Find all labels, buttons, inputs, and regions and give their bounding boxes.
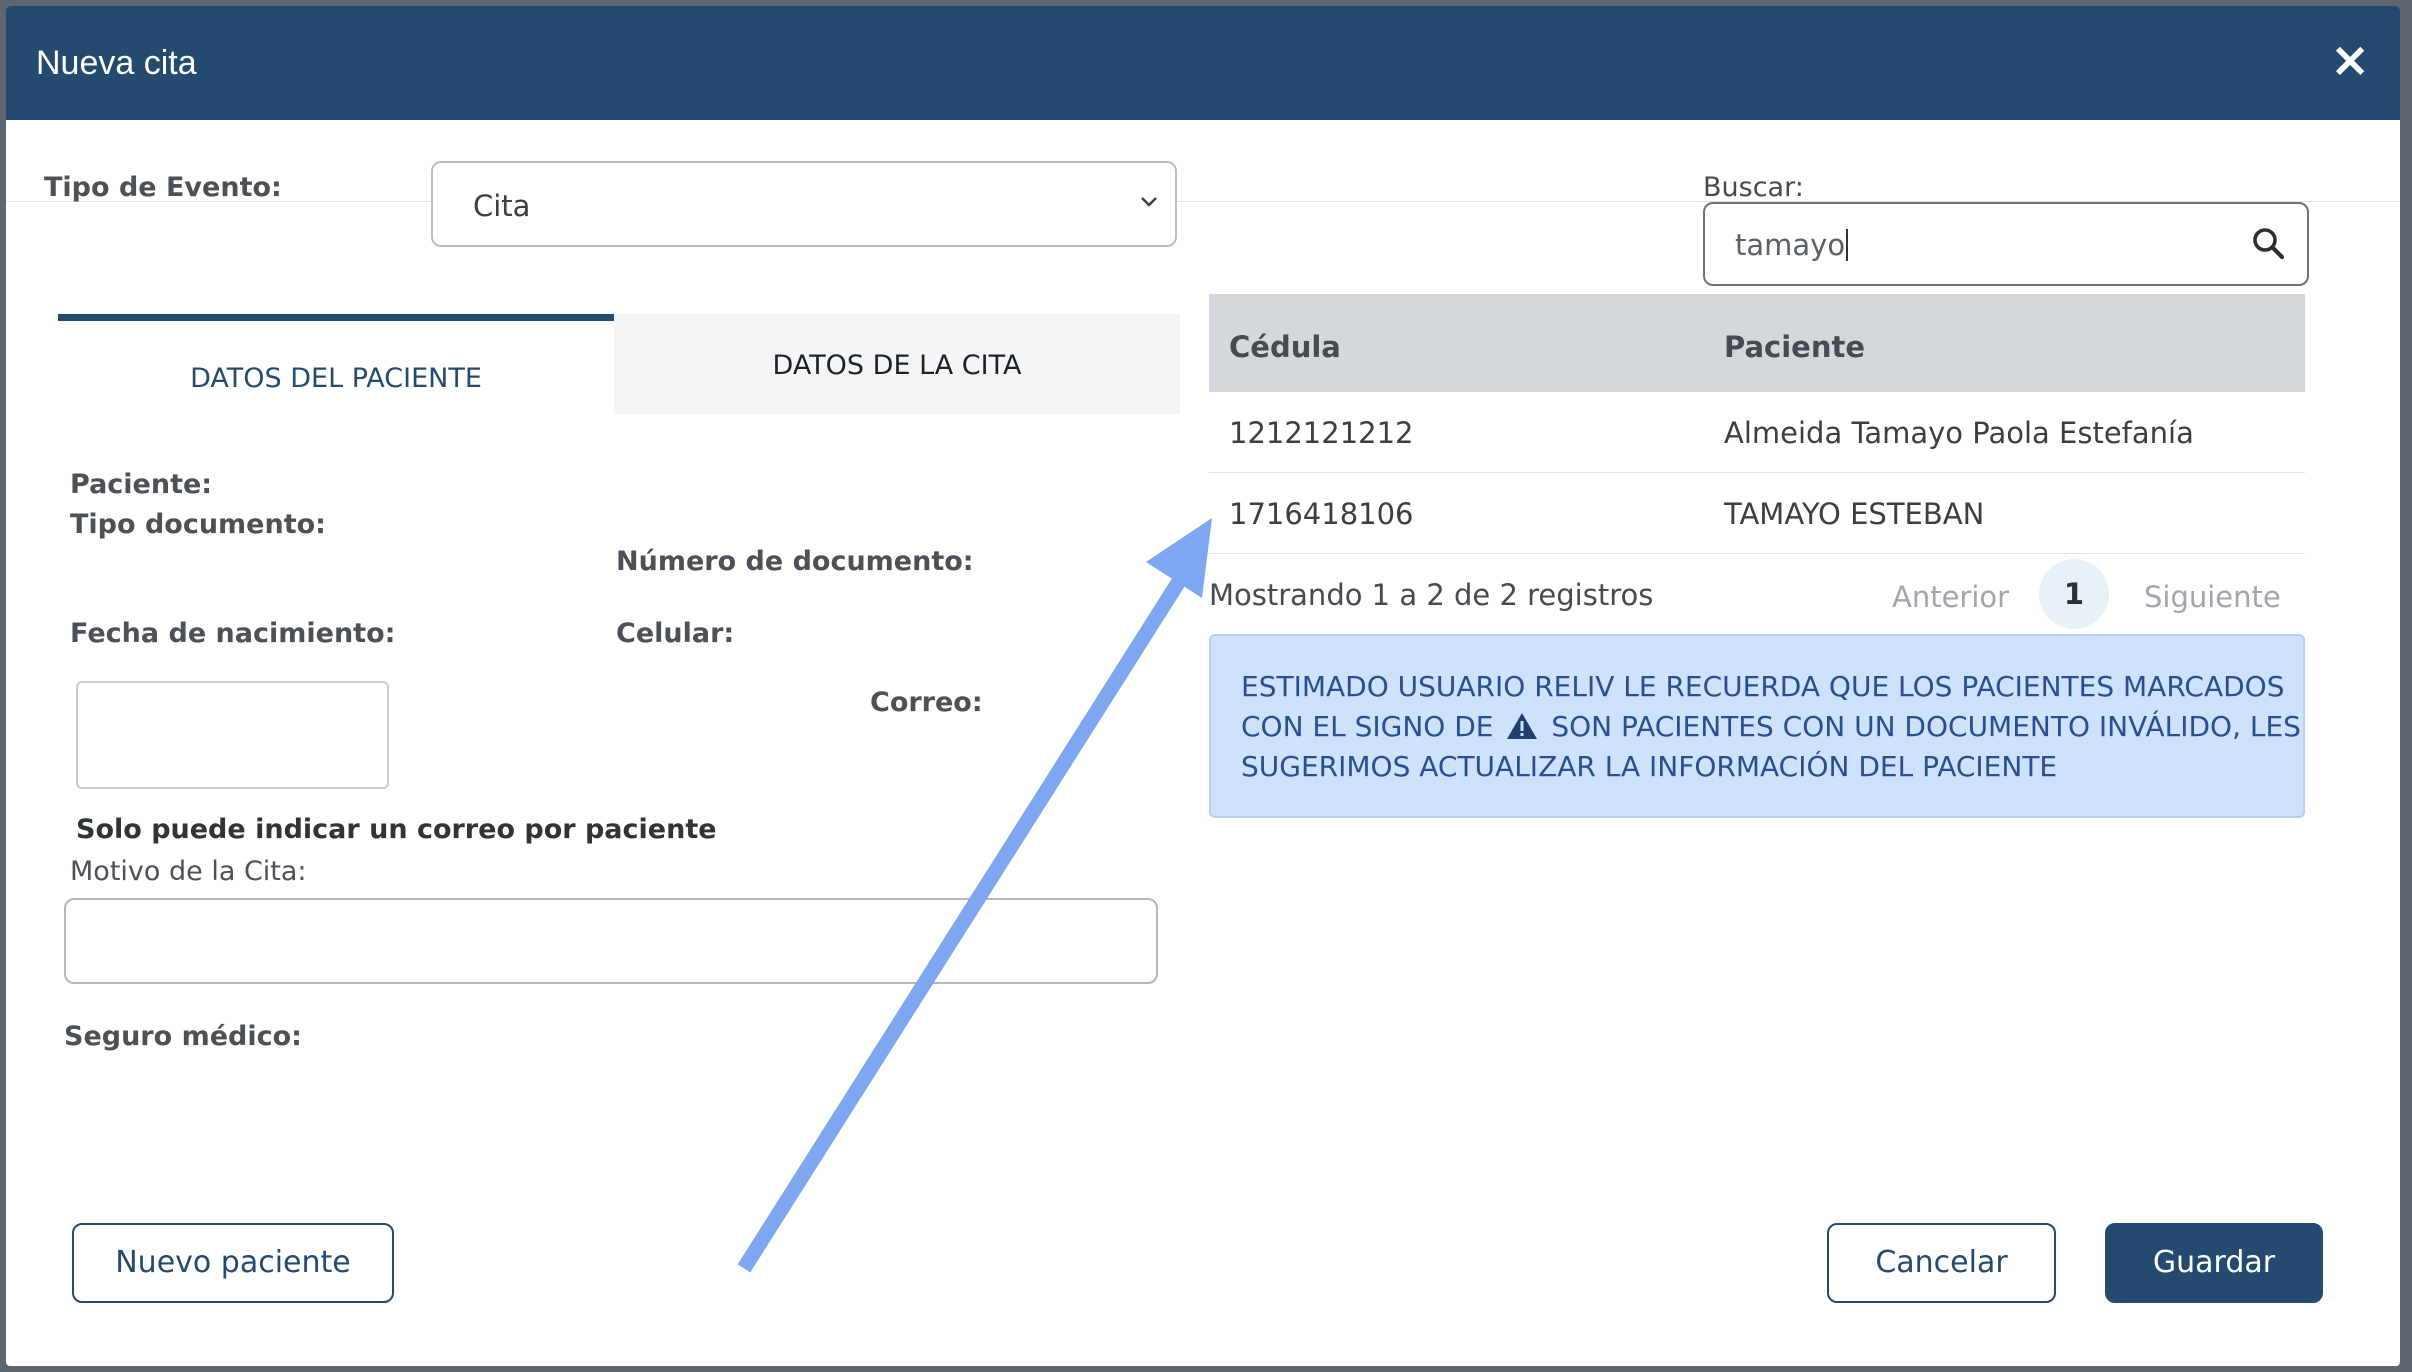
cedula-cell: 1716418106: [1229, 497, 1414, 531]
search-icon[interactable]: [2249, 224, 2289, 264]
table-row[interactable]: 1212121212 Almeida Tamayo Paola Estefaní…: [1209, 392, 2305, 473]
numero-documento-label: Número de documento:: [616, 546, 974, 577]
paciente-label: Paciente:: [70, 469, 213, 500]
correo-label: Correo:: [870, 687, 983, 718]
search-input[interactable]: tamayo: [1703, 202, 2309, 286]
correo-note: Solo puede indicar un correo por pacient…: [76, 814, 717, 845]
paciente-cell: TAMAYO ESTEBAN: [1724, 497, 1985, 531]
patients-table: Cédula Paciente 1212121212 Almeida Tamay…: [1209, 294, 2305, 554]
new-patient-button[interactable]: Nuevo paciente: [72, 1223, 394, 1303]
modal-header: Nueva cita ×: [6, 6, 2400, 120]
invalid-document-alert: ESTIMADO USUARIO RELIV LE RECUERDA QUE L…: [1209, 634, 2305, 818]
table-row[interactable]: 1716418106 TAMAYO ESTEBAN: [1209, 473, 2305, 554]
event-type-label: Tipo de Evento:: [44, 172, 282, 203]
new-appointment-modal: Nueva cita × Tipo de Evento: Cita Buscar…: [6, 6, 2400, 1366]
warning-triangle-icon: [1507, 713, 1538, 739]
table-info: Mostrando 1 a 2 de 2 registros: [1209, 578, 1654, 612]
pagination-previous[interactable]: Anterior: [1892, 580, 2009, 614]
search-input-value: tamayo: [1735, 228, 1849, 262]
event-type-selected-value: Cita: [473, 189, 531, 223]
cancel-button[interactable]: Cancelar: [1827, 1223, 2056, 1303]
tab-datos-cita[interactable]: DATOS DE LA CITA: [614, 314, 1180, 414]
fecha-nacimiento-input[interactable]: [76, 681, 389, 789]
motivo-label: Motivo de la Cita:: [70, 856, 307, 887]
seguro-medico-label: Seguro médico:: [64, 1021, 302, 1052]
celular-label: Celular:: [616, 618, 735, 649]
column-header-paciente: Paciente: [1724, 330, 1866, 364]
motivo-input[interactable]: [64, 898, 1158, 984]
column-header-cedula: Cédula: [1229, 330, 1341, 364]
event-type-select[interactable]: Cita: [431, 161, 1177, 247]
alert-line-3: SUGERIMOS ACTUALIZAR LA INFORMACIÓN DEL …: [1241, 750, 2058, 783]
tipo-documento-label: Tipo documento:: [70, 509, 326, 540]
alert-line-1: ESTIMADO USUARIO RELIV LE RECUERDA QUE L…: [1241, 670, 2285, 703]
search-label: Buscar:: [1703, 172, 1804, 203]
tab-label: DATOS DE LA CITA: [772, 350, 1022, 381]
pagination-page-1[interactable]: 1: [2039, 559, 2109, 629]
tab-datos-paciente[interactable]: DATOS DEL PACIENTE: [58, 314, 614, 414]
close-icon[interactable]: ×: [2330, 36, 2370, 84]
modal-title: Nueva cita: [36, 44, 197, 82]
cedula-cell: 1212121212: [1229, 416, 1414, 450]
alert-line-2: CON EL SIGNO DE SON PACIENTES CON UN DOC…: [1241, 710, 2301, 743]
fecha-nacimiento-label: Fecha de nacimiento:: [70, 618, 396, 649]
table-header: Cédula Paciente: [1209, 294, 2305, 392]
paciente-cell: Almeida Tamayo Paola Estefanía: [1724, 416, 2194, 450]
pagination-next[interactable]: Siguiente: [2144, 580, 2281, 614]
save-button[interactable]: Guardar: [2105, 1223, 2323, 1303]
tab-label: DATOS DEL PACIENTE: [190, 363, 482, 394]
chevron-down-icon: [1141, 197, 1157, 207]
